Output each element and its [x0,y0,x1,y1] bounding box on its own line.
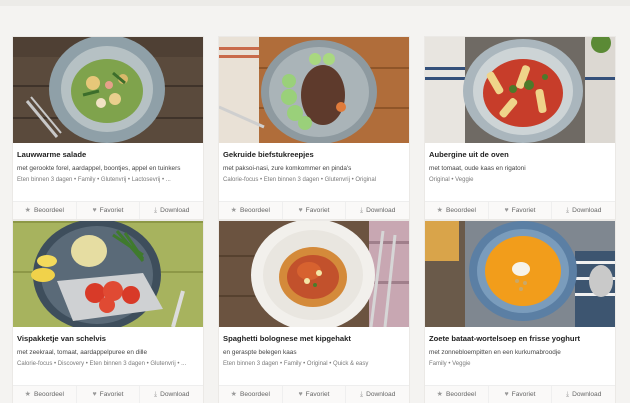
recipe-photo[interactable] [425,221,615,327]
download-button[interactable]: ⤓ Download [139,386,203,403]
favorite-button[interactable]: ♥ Favoriet [281,386,346,403]
recipe-tags: Eten binnen 3 dagen • Family • Glutenvri… [17,177,171,183]
recipe-subtitle: met zonnebloempitten en een kurkumabrood… [429,349,561,356]
recipe-card[interactable]: Vispakketje van schelvis met zeekraal, t… [13,221,203,403]
recipe-title[interactable]: Zoete bataat-wortelsoep en frisse yoghur… [429,333,611,344]
recipe-title[interactable]: Aubergine uit de oven [429,149,611,160]
recipe-photo[interactable] [219,221,409,327]
recipe-title[interactable]: Gekruide biefstukreepjes [223,149,405,160]
favorite-button[interactable]: ♥ Favoriet [487,386,552,403]
rate-label: Beoordeel [445,391,476,398]
recipe-tags: Family • Veggie [429,361,471,367]
star-icon: ★ [436,207,443,214]
recipe-grid: Lauwwarme salade met gerookte forel, aar… [0,0,630,403]
download-icon: ⤓ [153,391,158,398]
recipe-card[interactable]: Gekruide biefstukreepjes met paksoi-nasi… [219,37,409,219]
recipe-subtitle: met zeekraal, tomaat, aardappelpuree en … [17,349,148,356]
rate-button[interactable]: ★ Beoordeel [219,202,282,219]
star-icon: ★ [436,391,443,398]
recipe-photo[interactable] [425,37,615,143]
recipe-photo[interactable] [13,37,203,143]
download-icon: ⤓ [359,391,364,398]
favorite-label: Favoriet [511,207,536,214]
favorite-button[interactable]: ♥ Favoriet [487,202,552,219]
recipe-subtitle: met gerookte forel, aardappel, boontjes,… [17,165,181,172]
star-icon: ★ [24,391,31,398]
favorite-button[interactable]: ♥ Favoriet [75,202,140,219]
download-label: Download [160,207,190,214]
recipe-actions: ★ Beoordeel ♥ Favoriet ⤓ Download [219,201,409,219]
download-label: Download [366,391,396,398]
recipe-tags: Calorie-focus • Discovery • Eten binnen … [17,361,187,367]
download-label: Download [572,207,602,214]
recipe-subtitle: met tomaat, oude kaas en rigatoni [429,165,526,172]
rate-label: Beoordeel [33,207,64,214]
rate-button[interactable]: ★ Beoordeel [219,386,282,403]
recipe-subtitle: met paksoi-nasi, zure komkommer en pinda… [223,165,352,172]
download-label: Download [572,391,602,398]
recipe-tags: Calorie-focus • Eten binnen 3 dagen • Gl… [223,177,377,183]
recipe-card[interactable]: Lauwwarme salade met gerookte forel, aar… [13,37,203,219]
recipe-tags: Eten binnen 3 dagen • Family • Original … [223,361,369,367]
star-icon: ★ [230,207,237,214]
download-label: Download [366,207,396,214]
heart-icon: ♥ [92,207,97,214]
recipe-title[interactable]: Spaghetti bolognese met kipgehakt [223,333,405,344]
favorite-label: Favoriet [99,391,124,398]
download-icon: ⤓ [565,207,570,214]
heart-icon: ♥ [298,207,303,214]
download-button[interactable]: ⤓ Download [551,202,615,219]
download-icon: ⤓ [565,391,570,398]
heart-icon: ♥ [298,391,303,398]
recipe-photo[interactable] [219,37,409,143]
download-button[interactable]: ⤓ Download [139,202,203,219]
download-label: Download [160,391,190,398]
rate-label: Beoordeel [33,391,64,398]
favorite-label: Favoriet [305,391,330,398]
recipe-actions: ★ Beoordeel ♥ Favoriet ⤓ Download [219,385,409,403]
rate-button[interactable]: ★ Beoordeel [13,202,76,219]
download-button[interactable]: ⤓ Download [345,386,409,403]
favorite-button[interactable]: ♥ Favoriet [281,202,346,219]
heart-icon: ♥ [504,207,509,214]
favorite-label: Favoriet [99,207,124,214]
recipe-actions: ★ Beoordeel ♥ Favoriet ⤓ Download [13,201,203,219]
favorite-label: Favoriet [305,207,330,214]
rate-button[interactable]: ★ Beoordeel [13,386,76,403]
recipe-actions: ★ Beoordeel ♥ Favoriet ⤓ Download [425,201,615,219]
recipe-card[interactable]: Zoete bataat-wortelsoep en frisse yoghur… [425,221,615,403]
recipe-actions: ★ Beoordeel ♥ Favoriet ⤓ Download [13,385,203,403]
star-icon: ★ [230,391,237,398]
recipe-tags: Original • Veggie [429,177,474,183]
download-button[interactable]: ⤓ Download [345,202,409,219]
rate-button[interactable]: ★ Beoordeel [425,202,488,219]
recipe-title[interactable]: Vispakketje van schelvis [17,333,199,344]
heart-icon: ♥ [504,391,509,398]
download-icon: ⤓ [153,207,158,214]
download-icon: ⤓ [359,207,364,214]
download-button[interactable]: ⤓ Download [551,386,615,403]
favorite-button[interactable]: ♥ Favoriet [75,386,140,403]
heart-icon: ♥ [92,391,97,398]
recipe-subtitle: en geraspte belegen kaas [223,349,297,356]
recipe-title[interactable]: Lauwwarme salade [17,149,199,160]
rate-label: Beoordeel [239,207,270,214]
rate-button[interactable]: ★ Beoordeel [425,386,488,403]
recipe-card[interactable]: Aubergine uit de oven met tomaat, oude k… [425,37,615,219]
rate-label: Beoordeel [445,207,476,214]
rate-label: Beoordeel [239,391,270,398]
recipe-actions: ★ Beoordeel ♥ Favoriet ⤓ Download [425,385,615,403]
star-icon: ★ [24,207,31,214]
recipe-photo[interactable] [13,221,203,327]
favorite-label: Favoriet [511,391,536,398]
recipe-card[interactable]: Spaghetti bolognese met kipgehakt en ger… [219,221,409,403]
